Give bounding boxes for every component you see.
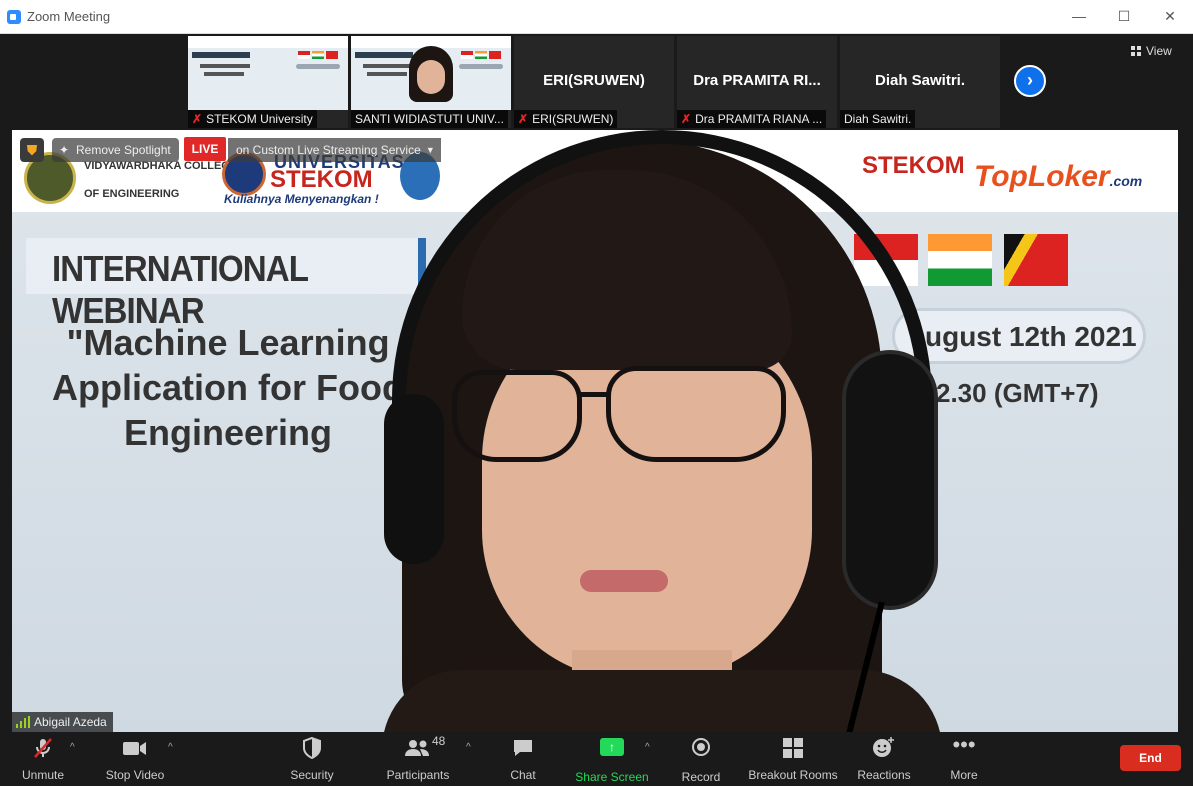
- timor-leste-flag-icon: [1004, 234, 1068, 286]
- speaker-nametag: Abigail Azeda: [12, 712, 113, 732]
- signal-strength-icon: [16, 716, 30, 728]
- shield-icon: [284, 736, 340, 760]
- participants-count: 48: [432, 734, 446, 748]
- chat-button[interactable]: Chat: [506, 736, 540, 782]
- ellipsis-icon: •••: [952, 732, 976, 757]
- participants-button[interactable]: 48 Participants: [384, 734, 452, 782]
- video-options-caret-icon[interactable]: ^: [168, 742, 173, 753]
- shared-slide-thumbnail: [351, 36, 511, 110]
- share-screen-icon: ↑: [574, 738, 650, 762]
- chevron-down-icon: ▼: [425, 145, 435, 155]
- participant-name: ✗ ERI(SRUWEN): [514, 110, 618, 128]
- stop-video-button[interactable]: Stop Video: [100, 736, 170, 782]
- participant-big-name: Diah Sawitri.: [874, 72, 966, 89]
- chat-bubble-icon: [506, 736, 540, 760]
- remove-spotlight-button[interactable]: ✦ Remove Spotlight: [52, 138, 179, 162]
- record-button[interactable]: Record: [678, 736, 724, 784]
- share-screen-button[interactable]: ↑ Share Screen: [574, 736, 650, 784]
- meeting-stage: ✗ STEKOM University SANTI WIDIASTUTI UNIV…: [0, 34, 1193, 732]
- participant-name: ✗ STEKOM University: [188, 110, 317, 128]
- participant-name: ✗ Dra PRAMITA RIANA ...: [677, 110, 827, 128]
- grid-icon: [1131, 46, 1141, 56]
- participant-big-name: Dra PRAMITA RI...: [693, 72, 821, 89]
- record-icon: [678, 738, 724, 762]
- minimize-button[interactable]: —: [1069, 6, 1089, 26]
- window-title: Zoom Meeting: [27, 9, 111, 24]
- mic-muted-icon: ✗: [681, 112, 692, 126]
- window-titlebar: Zoom Meeting — ☐ ✕: [0, 0, 1193, 34]
- audio-options-caret-icon[interactable]: ^: [70, 742, 75, 753]
- more-button[interactable]: ••• More: [944, 732, 984, 783]
- speaker-video: [342, 130, 962, 732]
- thumbnail-tile[interactable]: ✗ STEKOM University: [188, 36, 348, 128]
- breakout-rooms-icon: [746, 736, 840, 760]
- breakout-rooms-button[interactable]: Breakout Rooms: [746, 736, 840, 782]
- mic-muted-icon: [14, 736, 72, 760]
- thumbnail-tile[interactable]: SANTI WIDIASTUTI UNIV...: [351, 36, 511, 128]
- participant-name: SANTI WIDIASTUTI UNIV...: [351, 110, 508, 128]
- live-badge[interactable]: LIVE: [184, 137, 226, 161]
- thumbnail-tile[interactable]: Dra PRAMITA RI... ✗ Dra PRAMITA RIANA ...: [677, 36, 837, 128]
- share-options-caret-icon[interactable]: ^: [645, 742, 650, 753]
- participants-options-caret-icon[interactable]: ^: [466, 742, 471, 753]
- thumbnail-tile[interactable]: Diah Sawitri. Diah Sawitri.: [840, 36, 1000, 128]
- security-button[interactable]: Security: [284, 736, 340, 782]
- shield-icon[interactable]: ⛊: [20, 138, 44, 162]
- next-page-arrow-icon[interactable]: ›: [1014, 65, 1046, 97]
- mic-muted-icon: ✗: [518, 112, 529, 126]
- unmute-button[interactable]: Unmute: [14, 736, 72, 782]
- college-name-line2: OF ENGINEERING: [84, 188, 180, 200]
- mic-muted-icon: ✗: [192, 112, 203, 126]
- spotlight-video[interactable]: VIDYAWARDHAKA COLLEGE OF ENGINEERING UNI…: [12, 130, 1178, 732]
- participant-big-name: ERI(SRUWEN): [543, 72, 645, 89]
- view-button[interactable]: View: [1131, 44, 1172, 58]
- reactions-button[interactable]: Reactions: [856, 736, 912, 782]
- close-button[interactable]: ✕: [1160, 6, 1180, 26]
- end-meeting-button[interactable]: End: [1120, 745, 1181, 771]
- participants-icon: 48: [384, 734, 452, 760]
- live-stream-dropdown[interactable]: on Custom Live Streaming Service ▼: [228, 138, 441, 162]
- pin-icon: ✦: [59, 143, 70, 157]
- smiley-add-icon: [856, 736, 912, 760]
- meeting-toolbar: Unmute ^ Stop Video ^ Security 48 Partic…: [0, 732, 1193, 786]
- maximize-button[interactable]: ☐: [1114, 6, 1134, 26]
- thumbnail-tile[interactable]: ERI(SRUWEN) ✗ ERI(SRUWEN): [514, 36, 674, 128]
- participant-name: Diah Sawitri.: [840, 110, 916, 128]
- zoom-logo-icon: [7, 10, 21, 24]
- video-camera-icon: [100, 736, 170, 760]
- shared-slide-thumbnail: [188, 36, 348, 110]
- toploker-logo: TopLoker.com: [974, 160, 1143, 193]
